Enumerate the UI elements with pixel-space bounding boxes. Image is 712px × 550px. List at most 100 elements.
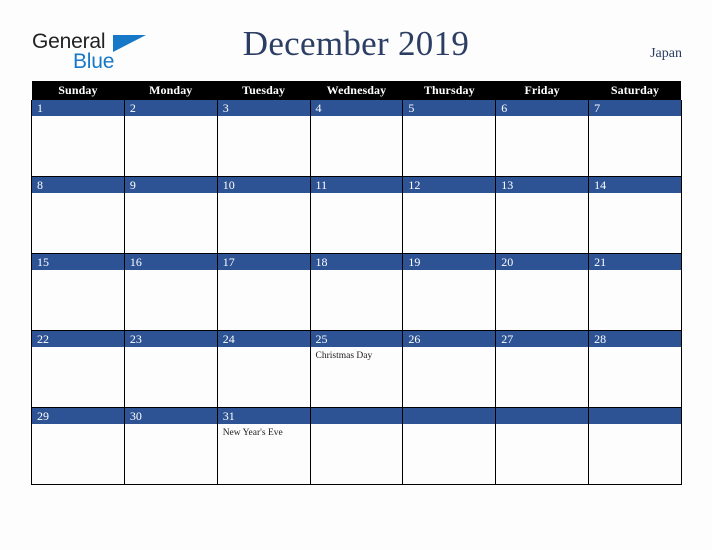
day-event-list xyxy=(32,270,124,273)
day-number: 24 xyxy=(217,331,310,347)
page-title: December 2019 xyxy=(242,24,470,63)
calendar-day-cell[interactable] xyxy=(309,407,404,485)
day-cell-content: 29 xyxy=(32,408,124,484)
day-event-list xyxy=(403,116,495,119)
day-event-list xyxy=(125,424,217,427)
calendar-day-cell[interactable]: 9 xyxy=(123,176,218,254)
day-cell-content: 8 xyxy=(32,177,124,253)
day-event-list xyxy=(311,193,403,196)
day-event-list xyxy=(496,347,588,350)
day-cell-content: 11 xyxy=(310,177,403,253)
calendar-day-cell[interactable]: 5 xyxy=(402,100,497,177)
day-number: 15 xyxy=(32,254,124,270)
calendar-day-cell[interactable]: 27 xyxy=(495,330,590,408)
calendar-day-cell[interactable]: 2 xyxy=(123,100,218,177)
day-cell-content: 22 xyxy=(32,331,124,407)
day-event-list xyxy=(403,347,495,350)
calendar-body: 1 2 3 4 5 6 7 8 9 10 11 12 13 14 15 16 17 18 19 20 21 22 23 24 2… xyxy=(31,100,682,485)
day-event-list: New Year's Eve xyxy=(218,424,310,439)
day-number: 25 xyxy=(310,331,403,347)
calendar-day-cell[interactable]: 24 xyxy=(216,330,311,408)
day-event-list xyxy=(403,270,495,273)
day-cell-content: 19 xyxy=(403,254,496,330)
weekday-header-sunday: Sunday xyxy=(31,81,125,100)
day-number: 20 xyxy=(496,254,589,270)
weekday-header-tuesday: Tuesday xyxy=(217,81,311,100)
calendar-week-row: 1234567 xyxy=(31,100,682,177)
weekday-header-row: Sunday Monday Tuesday Wednesday Thursday… xyxy=(31,81,682,100)
calendar-day-cell[interactable]: 29 xyxy=(31,407,125,485)
day-number: 16 xyxy=(124,254,217,270)
page-header: General Blue December 2019 Japan xyxy=(0,0,712,81)
calendar-day-cell[interactable]: 16 xyxy=(123,253,218,331)
day-number: 7 xyxy=(589,100,681,116)
calendar-day-cell[interactable]: 19 xyxy=(402,253,497,331)
calendar-day-cell[interactable]: 26 xyxy=(402,330,497,408)
calendar-day-cell[interactable]: 7 xyxy=(588,100,682,177)
day-cell-content: 30 xyxy=(124,408,217,484)
day-cell-content: 20 xyxy=(496,254,589,330)
day-cell-content: 23 xyxy=(124,331,217,407)
day-event-list xyxy=(403,424,495,427)
day-cell-content: 21 xyxy=(589,254,681,330)
calendar-day-cell[interactable] xyxy=(588,407,682,485)
calendar-day-cell[interactable]: 23 xyxy=(123,330,218,408)
day-number: 26 xyxy=(403,331,496,347)
day-cell-content: 4 xyxy=(310,100,403,176)
day-cell-content: 15 xyxy=(32,254,124,330)
day-cell-content: 12 xyxy=(403,177,496,253)
day-event-list xyxy=(496,193,588,196)
weekday-header-thursday: Thursday xyxy=(402,81,496,100)
country-label: Japan xyxy=(650,46,682,61)
calendar-day-cell[interactable]: 18 xyxy=(309,253,404,331)
weekday-header-monday: Monday xyxy=(124,81,218,100)
calendar-week-row: 22 23 24 25 Christmas Day 26 27 28 xyxy=(31,330,682,408)
day-cell-content: 5 xyxy=(403,100,496,176)
calendar-day-cell[interactable] xyxy=(495,407,590,485)
calendar-day-cell[interactable]: 22 xyxy=(31,330,125,408)
day-event-list xyxy=(589,270,681,273)
calendar-day-cell[interactable]: 25 Christmas Day xyxy=(309,330,404,408)
day-event-list xyxy=(125,270,217,273)
calendar-day-cell[interactable]: 1 xyxy=(31,100,125,177)
calendar-table: Sunday Monday Tuesday Wednesday Thursday… xyxy=(31,81,682,485)
day-number xyxy=(589,408,681,424)
holiday-event: Christmas Day xyxy=(315,351,373,361)
day-event-list xyxy=(32,116,124,119)
calendar-day-cell[interactable]: 20 xyxy=(495,253,590,331)
day-cell-content: 31 New Year's Eve xyxy=(217,408,310,484)
day-number: 23 xyxy=(124,331,217,347)
day-cell-content: 3 xyxy=(217,100,310,176)
calendar-day-cell[interactable]: 30 xyxy=(123,407,218,485)
calendar-day-cell[interactable]: 28 xyxy=(588,330,682,408)
day-event-list xyxy=(589,347,681,350)
calendar-day-cell[interactable]: 10 xyxy=(216,176,311,254)
weekday-header-friday: Friday xyxy=(495,81,589,100)
calendar-day-cell[interactable]: 12 xyxy=(402,176,497,254)
weekday-header-wednesday: Wednesday xyxy=(310,81,403,100)
calendar-day-cell[interactable]: 4 xyxy=(309,100,404,177)
day-cell-content: 28 xyxy=(589,331,681,407)
calendar-day-cell[interactable]: 14 xyxy=(588,176,682,254)
day-event-list xyxy=(218,116,310,119)
day-cell-content: 14 xyxy=(589,177,681,253)
calendar-week-row: 8 9 10 11 12 13 14 xyxy=(31,176,682,254)
day-number: 18 xyxy=(310,254,403,270)
calendar-day-cell[interactable]: 17 xyxy=(216,253,311,331)
calendar-day-cell[interactable]: 31 New Year's Eve xyxy=(216,407,311,485)
calendar-day-cell[interactable]: 6 xyxy=(495,100,590,177)
day-event-list xyxy=(496,116,588,119)
day-event-list xyxy=(218,193,310,196)
day-number xyxy=(496,408,589,424)
calendar-day-cell[interactable]: 21 xyxy=(588,253,682,331)
day-cell-content xyxy=(403,408,496,484)
calendar-day-cell[interactable] xyxy=(402,407,497,485)
calendar-grid: Sunday Monday Tuesday Wednesday Thursday… xyxy=(31,81,682,485)
calendar-day-cell[interactable]: 15 xyxy=(31,253,125,331)
calendar-day-cell[interactable]: 11 xyxy=(309,176,404,254)
day-event-list xyxy=(311,116,403,119)
calendar-day-cell[interactable]: 8 xyxy=(31,176,125,254)
calendar-day-cell[interactable]: 3 xyxy=(216,100,311,177)
calendar-day-cell[interactable]: 13 xyxy=(495,176,590,254)
day-cell-content: 2 xyxy=(124,100,217,176)
